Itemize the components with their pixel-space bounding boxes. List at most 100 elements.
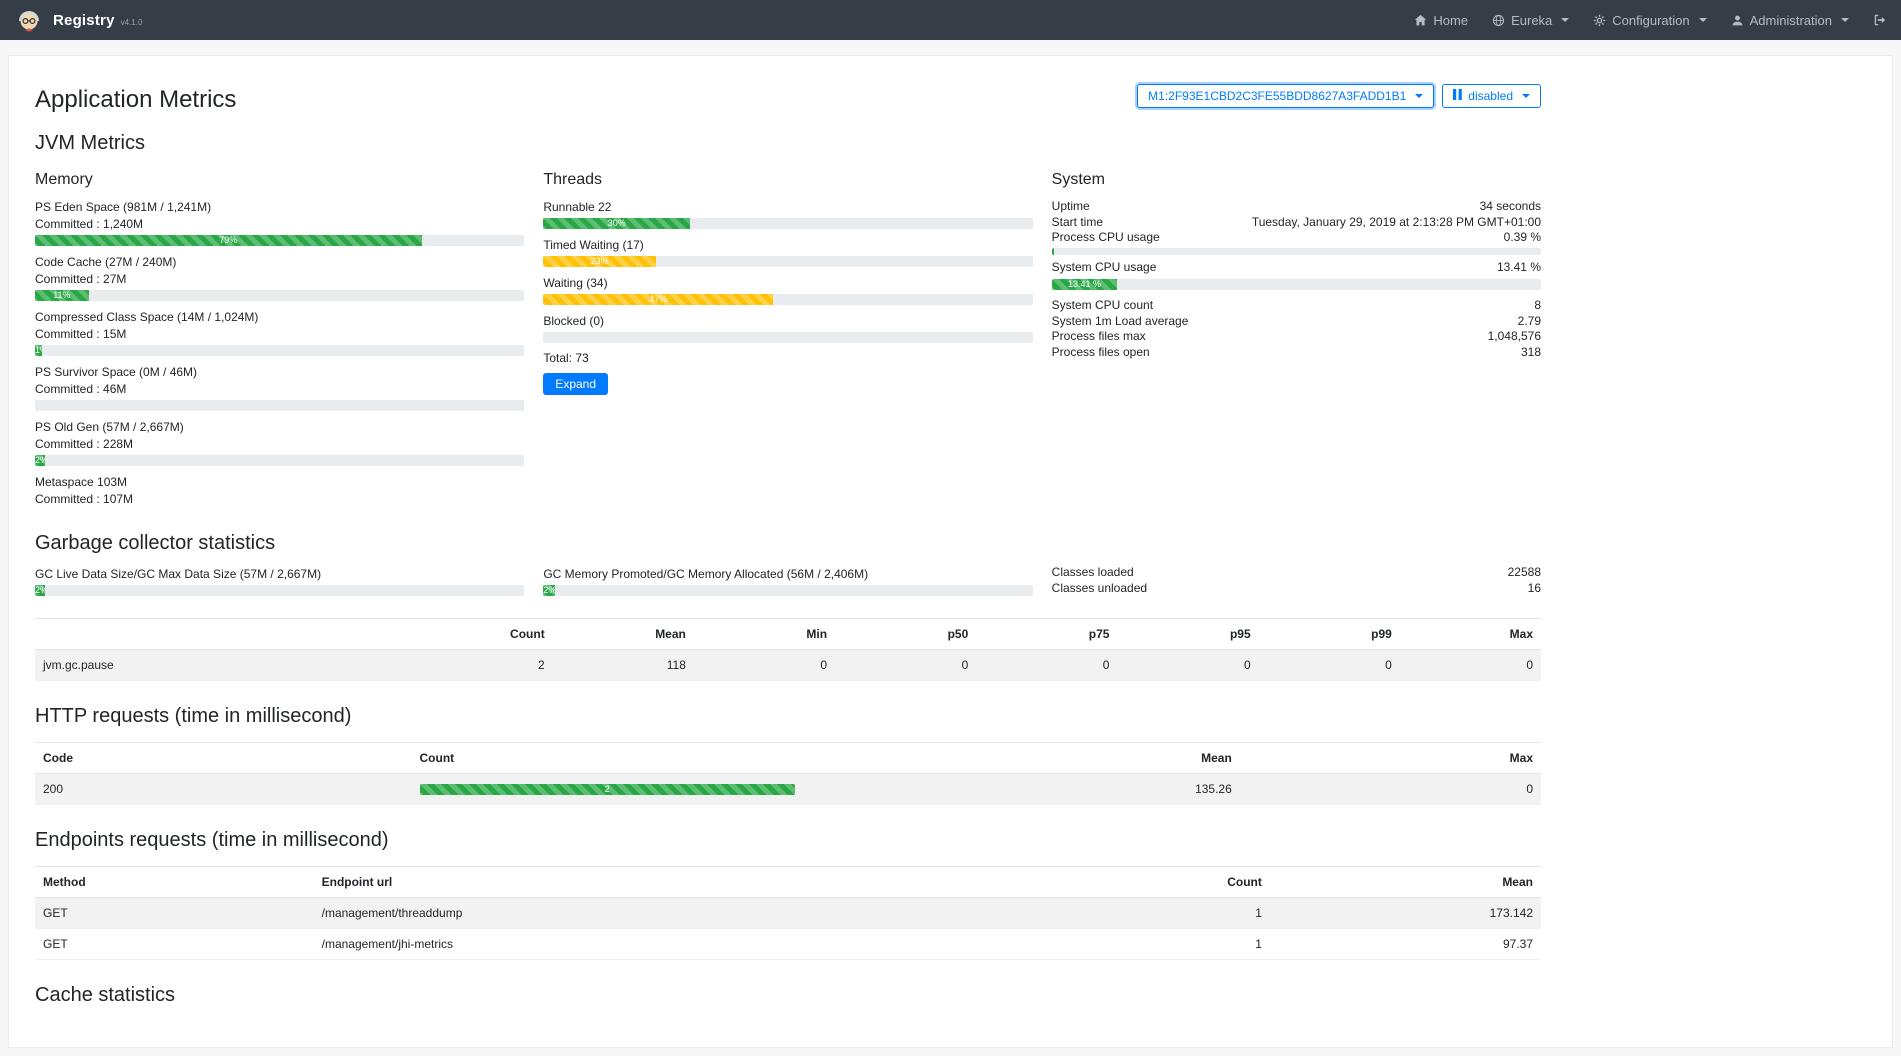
endpoint-mean-cell: 173.142 <box>1270 898 1541 929</box>
table-header-cell: Min <box>694 619 835 650</box>
nav-configuration-dropdown[interactable]: Configuration <box>1593 13 1706 28</box>
system-row-value: 2.79 <box>1518 314 1541 330</box>
nav-administration-label: Administration <box>1750 13 1832 28</box>
table-row: GET /management/jhi-metrics 1 97.37 <box>35 929 1541 960</box>
nav-home-label: Home <box>1433 13 1468 28</box>
progress-track: 11% <box>35 290 524 301</box>
brand-link[interactable]: Registry v4.1.0 <box>14 4 142 37</box>
system-row-files-max: Process files max 1,048,576 <box>1052 329 1541 345</box>
table-header-cell: Count <box>976 867 1270 898</box>
nav-administration-dropdown[interactable]: Administration <box>1731 13 1849 28</box>
memory-metric: PS Old Gen (57M / 2,667M) Committed : 22… <box>35 419 524 466</box>
thread-metric: Waiting (34) 47% <box>543 275 1032 305</box>
table-header-cell: Max <box>1240 743 1541 774</box>
nav-eureka-label: Eureka <box>1511 13 1552 28</box>
system-row-cpu-count: System CPU count 8 <box>1052 298 1541 314</box>
caret-down-icon <box>1561 18 1569 22</box>
table-cell: 118 <box>553 650 694 681</box>
nav-eureka-dropdown[interactable]: Eureka <box>1492 13 1569 28</box>
top-navbar: Registry v4.1.0 Home Eureka Configuratio… <box>0 0 1901 40</box>
metric-committed: Committed : 1,240M <box>35 216 524 232</box>
progress-track <box>1052 248 1541 255</box>
table-header-cell: Max <box>1400 619 1541 650</box>
progress-track: 47% <box>543 294 1032 305</box>
table-header-row: Code Count Mean Max <box>35 743 1541 774</box>
table-header-cell: Mean <box>1270 867 1541 898</box>
progress-track: 30% <box>543 218 1032 229</box>
system-row-value: 22588 <box>1508 565 1541 581</box>
metric-label: PS Eden Space (981M / 1,241M) <box>35 199 524 215</box>
system-row-value: 318 <box>1521 345 1541 361</box>
progress-bar: 2% <box>35 585 45 596</box>
progress-track <box>543 332 1032 343</box>
user-icon <box>1731 14 1744 27</box>
memory-title: Memory <box>35 171 524 189</box>
gc-classes: Classes loaded 22588 Classes unloaded 16 <box>1052 565 1541 604</box>
threads-title: Threads <box>543 171 1032 189</box>
table-cell: 0 <box>1400 650 1541 681</box>
metric-committed: Committed : 27M <box>35 271 524 287</box>
progress-track: 23% <box>543 256 1032 267</box>
system-row-label: System CPU usage <box>1052 260 1157 276</box>
metric-committed: Committed : 228M <box>35 436 524 452</box>
metric-label: Compressed Class Space (14M / 1,024M) <box>35 309 524 325</box>
table-header-cell: p95 <box>1117 619 1258 650</box>
gc-promoted: GC Memory Promoted/GC Memory Allocated (… <box>543 565 1032 604</box>
table-header-cell <box>35 619 412 650</box>
classes-loaded-row: Classes loaded 22588 <box>1052 565 1541 581</box>
table-header-cell: Mean <box>553 619 694 650</box>
endpoint-url-cell: /management/threaddump <box>314 898 977 929</box>
memory-metric: Compressed Class Space (14M / 1,024M) Co… <box>35 309 524 356</box>
table-cell: 0 <box>835 650 976 681</box>
system-row-value: 8 <box>1534 298 1541 314</box>
instance-selector-dropdown[interactable]: M1:2F93E1CBD2C3FE55BDD8627A3FADD1B1 <box>1137 84 1434 108</box>
progress-bar <box>1052 248 1054 255</box>
caret-down-icon <box>1699 18 1707 22</box>
expand-button[interactable]: Expand <box>543 373 608 395</box>
refresh-toggle-dropdown[interactable]: disabled <box>1442 84 1541 108</box>
metric-label: Waiting (34) <box>543 275 1032 291</box>
classes-unloaded-row: Classes unloaded 16 <box>1052 581 1541 597</box>
table-row: 200 2 135.26 0 <box>35 774 1541 805</box>
memory-column: Memory PS Eden Space (981M / 1,241M) Com… <box>35 165 524 508</box>
header-controls: M1:2F93E1CBD2C3FE55BDD8627A3FADD1B1 disa… <box>1137 84 1541 108</box>
metric-label: PS Old Gen (57M / 2,667M) <box>35 419 524 435</box>
endpoint-mean-cell: 97.37 <box>1270 929 1541 960</box>
table-header-cell: Code <box>35 743 412 774</box>
table-header-cell: Count <box>412 743 804 774</box>
system-row-load-average: System 1m Load average 2.79 <box>1052 314 1541 330</box>
gear-icon <box>1593 14 1606 27</box>
navbar-menu: Home Eureka Configuration Administration <box>1414 13 1887 28</box>
metric-label: Timed Waiting (17) <box>543 237 1032 253</box>
system-row-label: Classes loaded <box>1052 565 1134 581</box>
nav-home[interactable]: Home <box>1414 13 1468 28</box>
jhipster-logo-icon <box>14 4 44 37</box>
memory-metric: PS Survivor Space (0M / 46M) Committed :… <box>35 364 524 411</box>
system-row-label: Process CPU usage <box>1052 230 1160 246</box>
endpoint-count-cell: 1 <box>976 898 1270 929</box>
caret-down-icon <box>1522 94 1530 98</box>
main-card: Application Metrics M1:2F93E1CBD2C3FE55B… <box>8 55 1893 1048</box>
progress-track: 2% <box>35 455 524 466</box>
progress-bar: 2% <box>543 585 554 596</box>
http-count-cell: 2 <box>412 774 804 805</box>
page-title: Application Metrics <box>35 86 236 114</box>
home-icon <box>1414 14 1427 27</box>
progress-track <box>35 400 524 411</box>
table-header-cell: Mean <box>803 743 1240 774</box>
gc-table: Count Mean Min p50 p75 p95 p99 Max jvm.g… <box>35 618 1541 681</box>
progress-bar: 2% <box>35 455 45 466</box>
progress-track: 2% <box>35 585 524 596</box>
pause-icon <box>1453 89 1462 103</box>
table-row: jvm.gc.pause 2 118 0 0 0 0 0 0 <box>35 650 1541 681</box>
table-header-row: Count Mean Min p50 p75 p95 p99 Max <box>35 619 1541 650</box>
progress-bar: 11% <box>35 290 89 301</box>
progress-bar: 23% <box>543 256 656 267</box>
system-row-label: Start time <box>1052 215 1103 231</box>
logout-button[interactable] <box>1873 13 1887 27</box>
endpoints-requests-title: Endpoints requests (time in millisecond) <box>35 829 1541 852</box>
table-header-cell: Endpoint url <box>314 867 977 898</box>
instance-selector-label: M1:2F93E1CBD2C3FE55BDD8627A3FADD1B1 <box>1148 89 1406 103</box>
metric-committed: Committed : 15M <box>35 326 524 342</box>
globe-icon <box>1492 14 1505 27</box>
